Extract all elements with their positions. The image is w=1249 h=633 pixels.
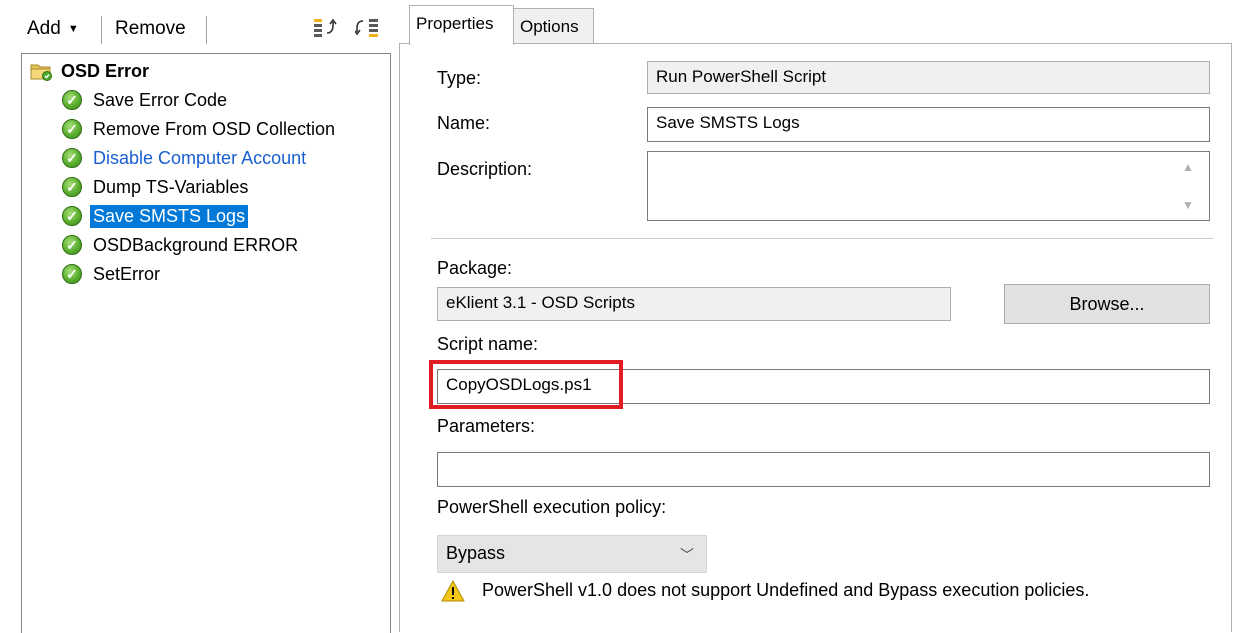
package-field: eKlient 3.1 - OSD Scripts [437, 287, 951, 321]
description-label: Description: [437, 159, 533, 179]
move-down-icon[interactable] [353, 17, 381, 39]
policy-select-value: Bypass [446, 543, 506, 563]
check-icon: ✓ [62, 148, 82, 168]
tree-item[interactable]: ✓ Save Error Code [62, 87, 230, 113]
policy-select[interactable]: Bypass ﹀ [437, 535, 707, 573]
tree-item[interactable]: ✓ Remove From OSD Collection [62, 116, 338, 142]
tree-item-label: Save Error Code [93, 89, 228, 110]
tab-properties[interactable]: Properties [409, 5, 514, 45]
type-label: Type: [437, 68, 482, 88]
tree-group-osd-error[interactable]: OSD Error [30, 58, 152, 84]
type-field: Run PowerShell Script [647, 61, 1210, 94]
tree-item[interactable]: ✓ OSDBackground ERROR [62, 232, 301, 258]
tree-item-label: Dump TS-Variables [93, 176, 249, 197]
move-up-icon[interactable] [313, 17, 339, 39]
toolbar-separator [101, 16, 102, 44]
script-name-label: Script name: [437, 334, 539, 354]
policy-label: PowerShell execution policy: [437, 497, 667, 517]
chevron-down-icon: ▼ [67, 23, 79, 35]
tab-options[interactable]: Options [513, 8, 594, 44]
tree-item-label: OSDBackground ERROR [93, 234, 299, 255]
browse-button[interactable]: Browse... [1004, 284, 1210, 324]
toolbar-separator [206, 16, 207, 44]
tree-item[interactable]: ✓ Disable Computer Account [62, 145, 309, 171]
tree-item-label: Remove From OSD Collection [93, 118, 336, 139]
warning-icon [441, 579, 465, 602]
check-icon: ✓ [62, 235, 82, 255]
tree-item-label: Save SMSTS Logs [90, 204, 249, 228]
tree-item-label: Disable Computer Account [93, 147, 307, 168]
add-button-label: Add [27, 18, 61, 39]
package-label: Package: [437, 258, 513, 278]
scroll-down-icon[interactable]: ▼ [1182, 198, 1194, 212]
remove-button[interactable]: Remove [115, 18, 186, 40]
tree-root-label: OSD Error [61, 60, 150, 81]
toolbar: Add ▼ Remove [0, 0, 395, 52]
task-sequence-tree: OSD Error ✓ Save Error Code ✓ Remove Fro… [21, 53, 391, 633]
parameters-label: Parameters: [437, 416, 536, 436]
warning-text: PowerShell v1.0 does not support Undefin… [482, 580, 1090, 600]
tree-item-label: SetError [93, 263, 161, 284]
description-field[interactable] [647, 151, 1210, 221]
tree-item-selected[interactable]: ✓ Save SMSTS Logs [62, 203, 249, 229]
parameters-field[interactable] [437, 452, 1210, 487]
add-button[interactable]: Add ▼ [27, 18, 79, 40]
folder-icon [30, 61, 52, 81]
scroll-up-icon[interactable]: ▲ [1182, 160, 1194, 174]
name-label: Name: [437, 113, 491, 133]
chevron-down-icon: ﹀ [680, 547, 694, 563]
tree-item[interactable]: ✓ Dump TS-Variables [62, 174, 251, 200]
name-field[interactable]: Save SMSTS Logs [647, 107, 1210, 142]
check-icon: ✓ [62, 90, 82, 110]
check-icon: ✓ [62, 177, 82, 197]
tree-item[interactable]: ✓ SetError [62, 261, 163, 287]
check-icon: ✓ [62, 264, 82, 284]
divider [431, 238, 1213, 239]
check-icon: ✓ [62, 206, 82, 226]
highlight-box [429, 360, 623, 409]
check-icon: ✓ [62, 119, 82, 139]
